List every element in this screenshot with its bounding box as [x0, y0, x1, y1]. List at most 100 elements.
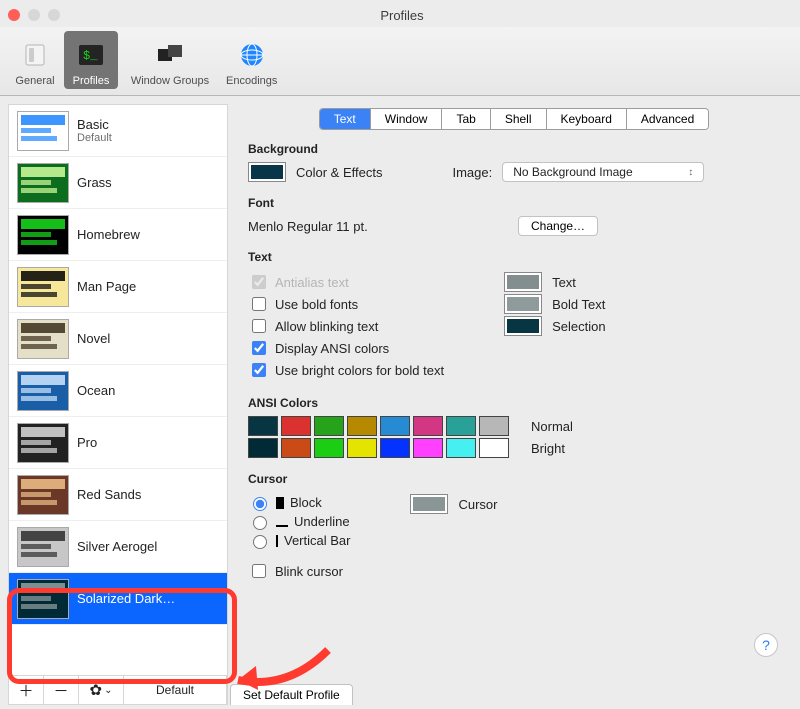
window-title: Profiles	[60, 8, 744, 23]
ansi-swatch[interactable]	[413, 438, 443, 458]
ansi-normal-label: Normal	[531, 419, 573, 434]
subtab-advanced[interactable]: Advanced	[627, 109, 708, 129]
profile-item[interactable]: Man Page	[9, 261, 227, 313]
ansi-swatch[interactable]	[380, 438, 410, 458]
terminal-icon: $_	[73, 39, 109, 71]
profile-item[interactable]: Grass	[9, 157, 227, 209]
profile-item[interactable]: Pro	[9, 417, 227, 469]
text-color-label: Text	[552, 275, 576, 290]
set-default-profile-button[interactable]: Set Default Profile	[230, 684, 353, 705]
ansi-colors-checkbox[interactable]: Display ANSI colors	[248, 338, 389, 358]
ansi-swatch[interactable]	[248, 416, 278, 436]
window-controls	[8, 9, 60, 21]
ansi-swatch[interactable]	[347, 438, 377, 458]
subtab-tab[interactable]: Tab	[442, 109, 490, 129]
tab-general[interactable]: General	[8, 31, 62, 89]
profiles-sidebar: BasicDefaultGrassHomebrewMan PageNovelOc…	[8, 104, 228, 705]
ansi-swatch[interactable]	[281, 438, 311, 458]
background-image-value: No Background Image	[513, 165, 632, 179]
ansi-swatch[interactable]	[281, 416, 311, 436]
profile-actions-menu[interactable]: ✿⌄	[79, 676, 124, 704]
profile-item[interactable]: Red Sands	[9, 469, 227, 521]
bold-text-color-well[interactable]	[504, 294, 542, 314]
profile-thumb	[17, 111, 69, 151]
ansi-swatch[interactable]	[446, 438, 476, 458]
default-profile-button[interactable]: Default	[124, 676, 227, 704]
profile-name: Novel	[77, 331, 110, 346]
bold-text-color-label: Bold Text	[552, 297, 605, 312]
profile-item[interactable]: Solarized Dark…	[9, 573, 227, 625]
help-button[interactable]: ?	[754, 633, 778, 657]
ansi-bright-label: Bright	[531, 441, 565, 456]
titlebar: Profiles	[0, 0, 800, 27]
background-color-label: Color & Effects	[296, 165, 382, 180]
tab-window-groups-label: Window Groups	[131, 75, 209, 87]
toolbar: General $_ Profiles Window Groups Encodi…	[0, 27, 800, 96]
selection-color-well[interactable]	[504, 316, 542, 336]
profile-list[interactable]: BasicDefault Grass Homebrew Man Page Novel Oc…	[9, 105, 227, 675]
ansi-swatch[interactable]	[446, 416, 476, 436]
section-cursor-heading: Cursor	[248, 472, 780, 486]
profile-item[interactable]: BasicDefault	[9, 105, 227, 157]
ansi-swatch[interactable]	[314, 438, 344, 458]
section-background-heading: Background	[248, 142, 780, 156]
profile-subtabs: TextWindowTabShellKeyboardAdvanced	[319, 108, 710, 130]
text-color-well[interactable]	[504, 272, 542, 292]
close-icon[interactable]	[8, 9, 20, 21]
chevron-down-icon: ⌄	[104, 685, 112, 696]
font-value: Menlo Regular 11 pt.	[248, 219, 508, 234]
tab-profiles[interactable]: $_ Profiles	[64, 31, 118, 89]
add-profile-button[interactable]: ＋	[9, 676, 44, 704]
profile-name: Ocean	[77, 383, 115, 398]
profile-name: Grass	[77, 175, 112, 190]
background-image-select[interactable]: No Background Image	[502, 162, 704, 182]
cursor-vbar-radio[interactable]: Vertical Bar	[248, 532, 350, 549]
cursor-block-radio[interactable]: Block	[248, 494, 322, 511]
bright-bold-checkbox[interactable]: Use bright colors for bold text	[248, 360, 444, 380]
profile-item[interactable]: Homebrew	[9, 209, 227, 261]
windows-icon	[152, 39, 188, 71]
section-font-heading: Font	[248, 196, 780, 210]
underline-cursor-icon	[276, 525, 288, 527]
remove-profile-button[interactable]: －	[44, 676, 79, 704]
ansi-swatch[interactable]	[314, 416, 344, 436]
change-font-button[interactable]: Change…	[518, 216, 598, 236]
profile-item[interactable]: Novel	[9, 313, 227, 365]
cursor-color-label: Cursor	[458, 497, 497, 512]
blink-cursor-checkbox[interactable]: Blink cursor	[248, 561, 343, 581]
background-color-well[interactable]	[248, 162, 286, 182]
profile-name: Silver Aerogel	[77, 539, 157, 554]
ansi-swatch[interactable]	[479, 416, 509, 436]
profile-item[interactable]: Silver Aerogel	[9, 521, 227, 573]
profile-thumb	[17, 423, 69, 463]
antialias-checkbox[interactable]: Antialias text	[248, 272, 349, 292]
bold-fonts-checkbox[interactable]: Use bold fonts	[248, 294, 358, 314]
switch-icon	[17, 39, 53, 71]
ansi-bright-row	[248, 438, 509, 458]
svg-text:$_: $_	[83, 49, 98, 63]
subtab-shell[interactable]: Shell	[491, 109, 547, 129]
profile-name: Red Sands	[77, 487, 141, 502]
profile-name: Basic	[77, 117, 112, 132]
tab-window-groups[interactable]: Window Groups	[120, 31, 220, 89]
gear-icon: ✿	[90, 681, 103, 699]
subtab-window[interactable]: Window	[371, 109, 443, 129]
ansi-swatch[interactable]	[248, 438, 278, 458]
ansi-normal-row	[248, 416, 509, 436]
subtab-keyboard[interactable]: Keyboard	[547, 109, 627, 129]
profile-thumb	[17, 163, 69, 203]
profile-name: Solarized Dark…	[77, 591, 175, 606]
cursor-color-well[interactable]	[410, 494, 448, 514]
profile-name: Homebrew	[77, 227, 140, 242]
blinking-text-checkbox[interactable]: Allow blinking text	[248, 316, 378, 336]
ansi-swatch[interactable]	[380, 416, 410, 436]
ansi-swatch[interactable]	[479, 438, 509, 458]
selection-color-label: Selection	[552, 319, 605, 334]
main-content: BasicDefaultGrassHomebrewMan PageNovelOc…	[0, 96, 800, 709]
ansi-swatch[interactable]	[413, 416, 443, 436]
subtab-text[interactable]: Text	[320, 109, 371, 129]
ansi-swatch[interactable]	[347, 416, 377, 436]
profile-item[interactable]: Ocean	[9, 365, 227, 417]
tab-encodings[interactable]: Encodings	[222, 31, 281, 89]
cursor-underline-radio[interactable]: Underline	[248, 513, 350, 530]
